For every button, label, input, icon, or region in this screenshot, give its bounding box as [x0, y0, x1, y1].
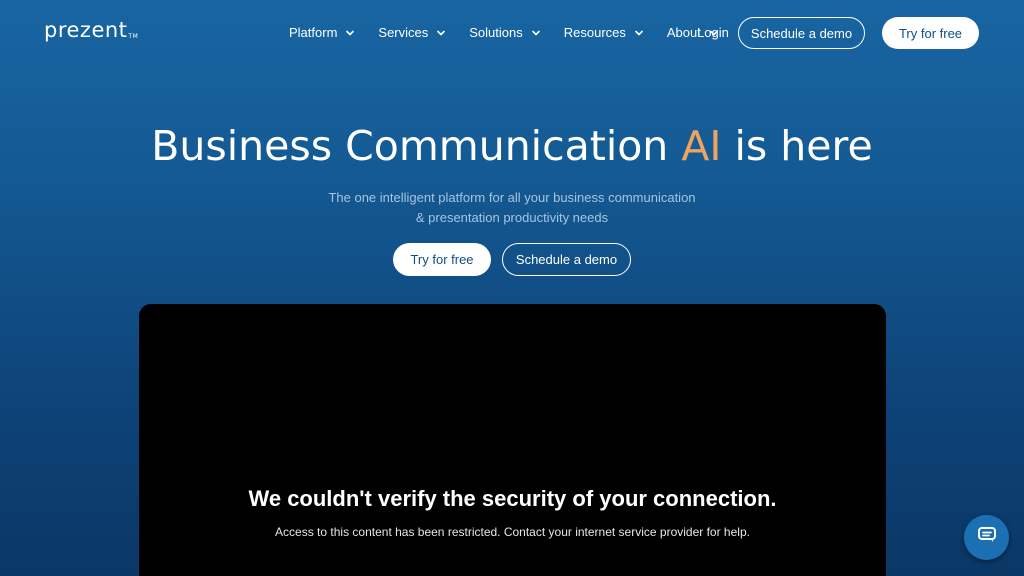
main-menu: Platform Services Solutions Resources Ab…: [289, 25, 742, 40]
hero-subtitle: The one intelligent platform for all you…: [0, 188, 1024, 228]
nav-item-platform[interactable]: Platform: [289, 25, 355, 40]
hero-schedule-demo-button[interactable]: Schedule a demo: [502, 243, 631, 276]
nav-item-label: Platform: [289, 25, 338, 40]
nav-item-resources[interactable]: Resources: [564, 25, 644, 40]
login-link[interactable]: Login: [697, 25, 729, 40]
nav-item-label: About: [666, 25, 701, 40]
hero-title-text-end: is here: [721, 122, 873, 170]
try-for-free-button[interactable]: Try for free: [882, 17, 979, 49]
hero-title-accent: AI: [681, 122, 722, 170]
chevron-down-icon: [531, 28, 541, 38]
nav-item-services[interactable]: Services: [378, 25, 446, 40]
hero-try-for-free-button[interactable]: Try for free: [393, 243, 491, 276]
chevron-down-icon: [436, 28, 446, 38]
logo-text: prezent: [44, 18, 128, 42]
hero-title-text: Business Communication: [151, 122, 682, 170]
schedule-demo-button[interactable]: Schedule a demo: [738, 17, 865, 49]
chevron-down-icon: [634, 28, 644, 38]
chat-icon: [977, 526, 997, 549]
nav-item-label: Services: [378, 25, 429, 40]
chevron-down-icon: [345, 28, 355, 38]
hero-title: Business Communication AI is here: [0, 122, 1024, 170]
hero-subtitle-line: & presentation productivity needs: [415, 210, 609, 225]
nav-item-label: Solutions: [469, 25, 523, 40]
nav-item-label: Resources: [563, 25, 626, 40]
video-error-title: We couldn't verify the security of your …: [248, 486, 777, 511]
top-navigation: prezent TM Platform Services Solutions R…: [0, 0, 1024, 66]
video-error-message: Access to this content has been restrict…: [275, 525, 750, 539]
nav-item-solutions[interactable]: Solutions: [469, 25, 540, 40]
trademark-mark: TM: [128, 33, 139, 40]
chat-widget-button[interactable]: [964, 515, 1009, 560]
hero-subtitle-line: The one intelligent platform for all you…: [328, 190, 696, 205]
prezent-logo[interactable]: prezent TM: [44, 18, 138, 42]
